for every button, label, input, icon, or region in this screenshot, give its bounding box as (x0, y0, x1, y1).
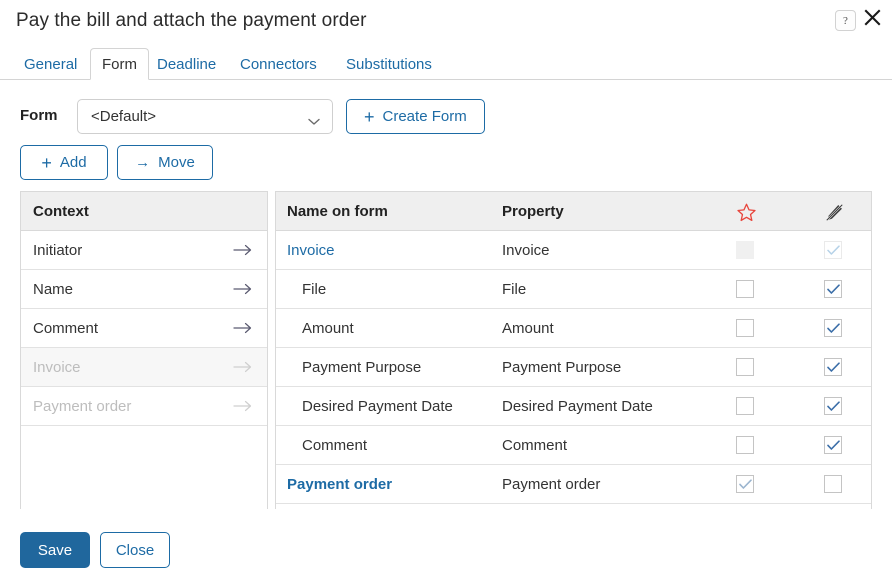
plus-icon: + (41, 152, 52, 173)
form-table-empty-area (276, 504, 871, 509)
readonly-checkbox (824, 241, 842, 259)
arrow-right-icon[interactable] (233, 244, 253, 256)
context-row-comment[interactable]: Comment (21, 309, 267, 348)
form-row-property: Payment Purpose (502, 358, 622, 376)
save-button[interactable]: Save (20, 532, 90, 568)
form-row-name: Comment (302, 436, 368, 454)
required-checkbox[interactable] (736, 280, 754, 298)
star-icon[interactable] (731, 201, 761, 223)
chevron-down-icon (308, 113, 320, 131)
tab-connectors[interactable]: Connectors (228, 48, 329, 80)
context-row-name[interactable]: Name (21, 270, 267, 309)
add-button[interactable]: + Add (20, 145, 108, 180)
context-row-label: Name (33, 280, 74, 298)
required-checkbox[interactable] (736, 475, 754, 493)
required-checkbox[interactable] (736, 358, 754, 376)
table-row[interactable]: File File (276, 270, 871, 309)
context-row-payment-order: Payment order (21, 387, 267, 426)
table-row[interactable]: Desired Payment Date Desired Payment Dat… (276, 387, 871, 426)
help-button[interactable]: ? (835, 10, 856, 31)
required-checkbox[interactable] (736, 397, 754, 415)
form-label: Form (20, 107, 58, 124)
table-row[interactable]: Comment Comment (276, 426, 871, 465)
context-row-label: Comment (33, 319, 99, 337)
readonly-checkbox[interactable] (824, 280, 842, 298)
table-row[interactable]: Amount Amount (276, 309, 871, 348)
form-row-name[interactable]: Payment order (287, 476, 392, 493)
form-row-name: Payment Purpose (302, 358, 422, 376)
move-button-label: Move (158, 154, 195, 171)
readonly-checkbox[interactable] (824, 319, 842, 337)
context-table-header: Context (21, 192, 267, 231)
form-row-property: Payment order (502, 475, 601, 493)
arrow-right-icon: → (135, 154, 151, 171)
table-row[interactable]: Payment Purpose Payment Purpose (276, 348, 871, 387)
column-header-name-on-form: Name on form (287, 202, 388, 220)
page-title: Pay the bill and attach the payment orde… (16, 10, 367, 31)
context-row-label: Invoice (33, 358, 81, 376)
required-checkbox (736, 241, 754, 259)
table-row[interactable]: Payment order Payment order (276, 465, 871, 504)
create-form-button[interactable]: + Create Form (346, 99, 485, 134)
plus-icon: + (364, 106, 375, 127)
tab-form[interactable]: Form (90, 48, 149, 80)
tab-deadline[interactable]: Deadline (145, 48, 228, 80)
readonly-checkbox[interactable] (824, 436, 842, 454)
move-button[interactable]: → Move (117, 145, 213, 180)
add-button-label: Add (59, 154, 87, 171)
context-table-empty-area (21, 426, 267, 510)
tab-bar: General Form Deadline Connectors Substit… (0, 47, 892, 80)
form-row-property: Comment (502, 436, 568, 454)
form-properties-table: Name on form Property Invoice Invoice Fi… (275, 191, 872, 509)
context-row-label: Initiator (33, 241, 83, 259)
svg-text:?: ? (843, 15, 848, 27)
readonly-checkbox[interactable] (824, 397, 842, 415)
pencil-slash-icon[interactable] (819, 201, 849, 223)
readonly-checkbox[interactable] (824, 358, 842, 376)
tab-substitutions[interactable]: Substitutions (334, 48, 444, 80)
form-row-property: Amount (502, 319, 554, 337)
context-column-header: Context (33, 202, 89, 220)
create-form-button-label: Create Form (382, 108, 467, 125)
context-row-label: Payment order (33, 397, 132, 415)
required-checkbox[interactable] (736, 319, 754, 337)
context-row-initiator[interactable]: Initiator (21, 231, 267, 270)
form-select-value: <Default> (91, 108, 157, 125)
close-button[interactable] (860, 8, 884, 32)
form-row-name[interactable]: Invoice (287, 242, 335, 259)
form-row-property: Invoice (502, 241, 550, 259)
arrow-right-icon[interactable] (233, 283, 253, 295)
form-row-property: File (502, 280, 527, 298)
close-action-button[interactable]: Close (100, 532, 170, 568)
arrow-right-icon[interactable] (233, 322, 253, 334)
readonly-checkbox[interactable] (824, 475, 842, 493)
column-header-property: Property (502, 202, 564, 220)
table-row[interactable]: Invoice Invoice (276, 231, 871, 270)
arrow-right-icon (233, 400, 253, 412)
dialog-window: Pay the bill and attach the payment orde… (0, 0, 892, 572)
tab-general[interactable]: General (12, 48, 89, 80)
question-mark-icon: ? (839, 14, 852, 27)
form-table-header: Name on form Property (276, 192, 871, 231)
form-row-name: File (302, 280, 327, 298)
close-icon (863, 8, 882, 32)
form-select[interactable]: <Default> (77, 99, 333, 134)
arrow-right-icon (233, 361, 253, 373)
dialog-titlebar: Pay the bill and attach the payment orde… (0, 0, 892, 46)
form-row-name: Amount (302, 319, 354, 337)
required-checkbox[interactable] (736, 436, 754, 454)
form-row-property: Desired Payment Date (502, 397, 653, 415)
context-table: Context Initiator Name Comment Invoice P… (20, 191, 268, 510)
form-row-name: Desired Payment Date (302, 397, 453, 415)
context-row-invoice: Invoice (21, 348, 267, 387)
